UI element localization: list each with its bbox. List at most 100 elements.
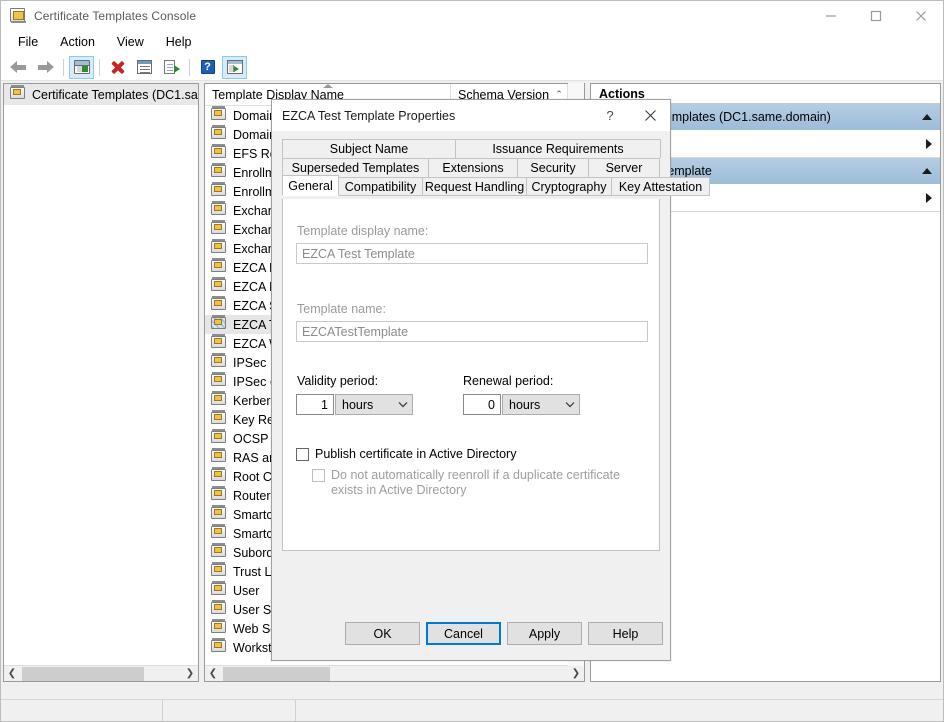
tree-node-certificate-templates[interactable]: Certificate Templates (DC1.same.domain) — [4, 84, 198, 105]
tab-label: Cryptography — [531, 180, 606, 194]
certificate-template-icon — [211, 450, 227, 465]
delete-button[interactable] — [105, 56, 130, 79]
tab-label: Issuance Requirements — [492, 142, 623, 156]
tree-scroll-thumb[interactable] — [22, 667, 144, 681]
tab-request-handling[interactable]: Request Handling — [422, 177, 527, 196]
back-arrow-icon — [10, 61, 27, 74]
table-cell-template-display-name: User — [233, 584, 259, 598]
validity-period-input[interactable]: 1 — [296, 394, 334, 415]
list-horizontal-scrollbar[interactable]: ❮ ❯ — [205, 665, 584, 681]
properties-button[interactable] — [132, 56, 157, 79]
chevron-down-icon[interactable] — [394, 401, 412, 408]
menu-view[interactable]: View — [106, 32, 155, 53]
maximize-button[interactable] — [853, 1, 898, 31]
toolbar-separator-2 — [99, 59, 100, 76]
certificate-template-icon — [211, 507, 227, 522]
tab-compatibility[interactable]: Compatibility — [338, 177, 423, 196]
up-one-level-button[interactable] — [69, 56, 94, 79]
certificate-template-icon — [10, 87, 26, 102]
certificate-template-icon — [211, 393, 227, 408]
menu-action[interactable]: Action — [49, 32, 106, 53]
tab-key-attestation[interactable]: Key Attestation — [611, 177, 710, 196]
chevron-down-icon[interactable] — [561, 401, 579, 408]
export-list-icon — [164, 60, 180, 74]
help-button[interactable]: ? — [195, 56, 220, 79]
status-segment-1 — [1, 700, 163, 722]
template-name-label: Template name: — [297, 302, 386, 316]
ok-button[interactable]: OK — [345, 622, 420, 645]
console-body: Certificate Templates (DC1.same.domain) … — [1, 81, 943, 701]
minimize-button[interactable] — [808, 1, 853, 31]
template-name-input[interactable]: EZCATestTemplate — [296, 321, 648, 342]
do-not-reenroll-checkbox[interactable] — [312, 469, 325, 482]
menu-file[interactable]: File — [7, 32, 49, 53]
dialog-content: Subject Name Issuance Requirements Super… — [272, 131, 670, 660]
certificate-template-icon — [211, 583, 227, 598]
certificate-template-icon — [211, 108, 227, 123]
tree-scroll-left-button[interactable]: ❮ — [4, 666, 20, 682]
chevron-up-icon[interactable] — [922, 114, 932, 120]
menu-bar: File Action View Help — [1, 31, 943, 54]
tab-subject-name[interactable]: Subject Name — [282, 139, 456, 158]
publish-certificate-checkbox-row[interactable]: Publish certificate in Active Directory — [296, 447, 646, 462]
renewal-period-unit-value: hours — [509, 398, 540, 412]
tab-label: Security — [530, 161, 575, 175]
certificate-template-icon — [211, 260, 227, 275]
certificate-template-icon — [211, 469, 227, 484]
template-display-name-input[interactable]: EZCA Test Template — [296, 243, 648, 264]
back-button[interactable] — [6, 56, 31, 79]
certificate-template-icon — [211, 545, 227, 560]
certificate-template-icon — [211, 317, 227, 332]
tab-general[interactable]: General — [282, 175, 339, 196]
chevron-right-icon[interactable] — [926, 193, 932, 203]
dialog-title: EZCA Test Template Properties — [282, 109, 455, 123]
do-not-reenroll-label: Do not automatically reenroll if a dupli… — [331, 468, 648, 498]
publish-certificate-checkbox[interactable] — [296, 448, 309, 461]
list-scroll-track[interactable] — [221, 666, 568, 682]
window-controls — [808, 1, 943, 31]
tab-label: Server — [606, 161, 643, 175]
dialog-help-button[interactable]: ? — [590, 100, 630, 131]
validity-period-unit-select[interactable]: hours — [335, 394, 413, 415]
dialog-footer: OK Cancel Apply Help — [272, 614, 670, 660]
chevron-right-icon[interactable] — [926, 139, 932, 149]
tree-scroll-track[interactable] — [20, 666, 182, 682]
list-scroll-thumb[interactable] — [223, 667, 330, 681]
template-display-name-label: Template display name: — [297, 224, 428, 238]
certificate-template-icon — [211, 355, 227, 370]
certificate-template-icon — [211, 165, 227, 180]
tab-label: Request Handling — [425, 180, 524, 194]
tab-issuance-requirements[interactable]: Issuance Requirements — [455, 139, 661, 158]
do-not-reenroll-checkbox-row[interactable]: Do not automatically reenroll if a dupli… — [312, 468, 648, 498]
renewal-period-unit-select[interactable]: hours — [502, 394, 580, 415]
apply-button[interactable]: Apply — [507, 622, 582, 645]
certificate-template-icon — [211, 298, 227, 313]
menu-help[interactable]: Help — [155, 32, 203, 53]
certificate-template-icon — [211, 564, 227, 579]
tab-cryptography[interactable]: Cryptography — [526, 177, 612, 196]
dialog-close-button[interactable] — [630, 100, 670, 131]
export-list-button[interactable] — [159, 56, 184, 79]
renewal-period-input[interactable]: 0 — [463, 394, 501, 415]
help-dialog-button[interactable]: Help — [588, 622, 663, 645]
tab-server[interactable]: Server — [588, 158, 660, 177]
tab-label: Key Attestation — [619, 180, 702, 194]
list-scroll-right-button[interactable]: ❯ — [568, 666, 584, 682]
tab-security[interactable]: Security — [517, 158, 589, 177]
certificate-template-icon — [211, 640, 227, 655]
certificate-template-icon — [211, 526, 227, 541]
close-button[interactable] — [898, 1, 943, 31]
tree-horizontal-scrollbar[interactable]: ❮ ❯ — [4, 665, 198, 681]
forward-button[interactable] — [33, 56, 58, 79]
tab-extensions[interactable]: Extensions — [428, 158, 518, 177]
show-hide-console-tree-button[interactable] — [222, 56, 247, 79]
certificate-template-icon — [211, 621, 227, 636]
template-properties-dialog: EZCA Test Template Properties ? Subject … — [271, 99, 671, 661]
certificate-template-icon — [211, 374, 227, 389]
list-scroll-left-button[interactable]: ❮ — [205, 666, 221, 682]
certificate-template-icon — [211, 602, 227, 617]
tree-scroll-right-button[interactable]: ❯ — [182, 666, 198, 682]
chevron-up-icon[interactable] — [922, 168, 932, 174]
validity-period-label: Validity period: — [297, 374, 378, 388]
cancel-button[interactable]: Cancel — [426, 622, 501, 645]
